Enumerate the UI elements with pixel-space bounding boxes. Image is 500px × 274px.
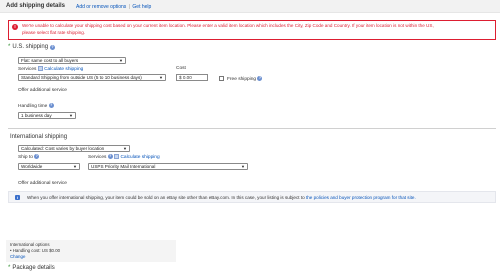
chevron-down-icon: ▼ — [73, 164, 77, 169]
handling-time-value: 1 business day — [21, 113, 52, 118]
ship-to-select[interactable]: Worldwide ▼ — [18, 163, 80, 170]
package-details-heading: * Package details — [8, 265, 55, 271]
get-help-link[interactable]: Get help — [132, 4, 151, 10]
international-options-summary: International options • Handling cost: U… — [6, 240, 176, 262]
us-services-row: Services Calculate shipping — [18, 66, 83, 72]
calculate-shipping-link[interactable]: Calculate shipping — [44, 67, 83, 72]
add-remove-options-link[interactable]: Add or remove options — [76, 4, 126, 10]
services-label: Services — [88, 154, 107, 160]
header-links: Add or remove options | Get help — [76, 4, 151, 10]
chevron-down-icon: ▼ — [241, 164, 245, 169]
international-service-select[interactable]: USPS Priority Mail International ▼ — [88, 163, 248, 170]
error-line-1: We're unable to calculate your shipping … — [22, 23, 434, 28]
international-type-select[interactable]: Calculated: Cost varies by buyer locatio… — [18, 145, 130, 152]
ship-to-row: Ship to ? — [18, 154, 40, 160]
header-separator: | — [128, 4, 131, 10]
ship-to-value: Worldwide — [21, 164, 43, 169]
international-services-row: Services ? Calculate shipping — [88, 154, 160, 160]
us-shipping-type-select[interactable]: Flat: same cost to all buyers ▼ — [18, 57, 126, 64]
free-shipping-row: Free shipping ? — [227, 76, 263, 82]
error-icon: ! — [12, 24, 18, 30]
us-shipping-heading: * U.S. shipping ? — [8, 44, 56, 50]
policies-link[interactable]: the policies and buyer protection progra… — [306, 195, 416, 200]
help-icon[interactable]: ? — [50, 44, 56, 50]
error-text: We're unable to calculate your shipping … — [22, 23, 492, 36]
chevron-down-icon: ▼ — [69, 113, 73, 118]
handling-time-label: Handling time — [18, 103, 48, 109]
section-header: Add shipping details Add or remove optio… — [0, 0, 500, 13]
handling-time-row: Handling time ? — [18, 103, 54, 109]
info-text-body: When you offer international shipping, y… — [27, 195, 305, 200]
international-service-value: USPS Priority Mail International — [91, 164, 156, 169]
help-icon[interactable]: ? — [34, 154, 40, 159]
free-shipping-label: Free shipping — [227, 76, 257, 82]
us-service-value: Standard Shipping from outside US (5 to … — [21, 75, 142, 80]
cost-label: Cost — [176, 66, 186, 71]
handling-time-select[interactable]: 1 business day ▼ — [18, 112, 76, 119]
flag-icon — [37, 66, 43, 71]
ship-to-label: Ship to — [18, 154, 33, 160]
cost-input[interactable]: $ 0.00 — [176, 74, 208, 81]
help-icon[interactable]: ? — [48, 103, 54, 108]
calculate-shipping-link[interactable]: Calculate shipping — [120, 155, 159, 160]
help-icon[interactable]: ? — [107, 154, 113, 159]
error-line-2: please select flat rate shipping. — [22, 29, 86, 35]
international-info-bar: i When you offer international shipping,… — [8, 191, 496, 203]
required-marker: * — [8, 44, 11, 50]
error-message: ! We're unable to calculate your shippin… — [8, 20, 496, 40]
change-link[interactable]: Change — [10, 254, 25, 259]
international-shipping-heading: International shipping — [10, 134, 67, 140]
services-label: Services — [18, 66, 37, 72]
chevron-down-icon: ▼ — [123, 146, 127, 151]
international-type-value: Calculated: Cost varies by buyer locatio… — [21, 146, 105, 151]
us-offer-additional-service-link[interactable]: Offer additional service — [18, 88, 67, 93]
us-shipping-title: U.S. shipping — [12, 44, 49, 50]
chevron-down-icon: ▼ — [159, 75, 163, 80]
free-shipping-checkbox[interactable] — [219, 76, 224, 81]
international-offer-additional-service-link[interactable]: Offer additional service — [18, 181, 67, 186]
us-service-select[interactable]: Standard Shipping from outside US (5 to … — [18, 74, 166, 81]
international-shipping-title: International shipping — [10, 134, 68, 140]
info-text: When you offer international shipping, y… — [27, 195, 416, 200]
us-shipping-type-value: Flat: same cost to all buyers — [21, 58, 79, 63]
chevron-down-icon: ▼ — [119, 58, 123, 63]
section-divider — [8, 128, 496, 129]
page-title: Add shipping details — [6, 3, 66, 9]
flag-icon — [114, 154, 120, 159]
package-details-title: Package details — [12, 265, 55, 271]
info-icon: i — [15, 195, 20, 200]
required-marker: * — [8, 265, 11, 271]
help-icon[interactable]: ? — [257, 76, 263, 81]
summary-handling-cost: • Handling cost: US $0.00 — [10, 248, 61, 253]
summary-title: International options — [10, 242, 50, 247]
